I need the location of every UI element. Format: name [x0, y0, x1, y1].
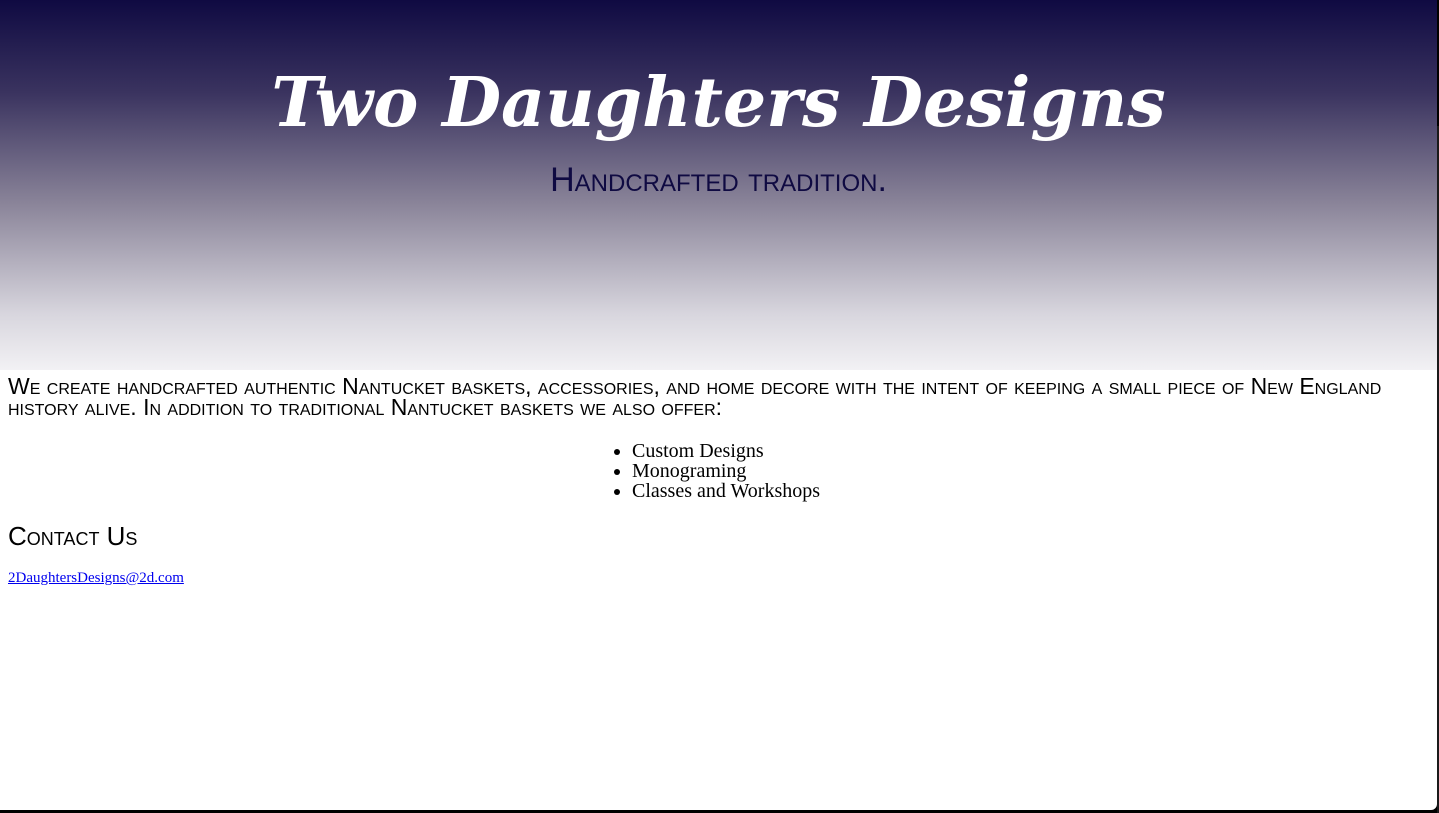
list-item: Custom Designs — [632, 441, 820, 461]
list-item: Classes and Workshops — [632, 481, 820, 501]
hero-banner: Two Daughters Designs Handcrafted tradit… — [0, 0, 1437, 370]
contact-email-link[interactable]: 2DaughtersDesigns@2d.com — [8, 569, 184, 587]
browser-viewport: Two Daughters Designs Handcrafted tradit… — [0, 0, 1437, 810]
site-title: Two Daughters Designs — [271, 63, 1166, 143]
list-item: Monograming — [632, 461, 820, 481]
site-tagline: Handcrafted tradition. — [550, 161, 887, 199]
contact-heading: Contact Us — [8, 521, 138, 551]
offerings-list: Custom Designs Monograming Classes and W… — [612, 441, 820, 501]
intro-paragraph: We create handcrafted authentic Nantucke… — [8, 373, 1382, 420]
